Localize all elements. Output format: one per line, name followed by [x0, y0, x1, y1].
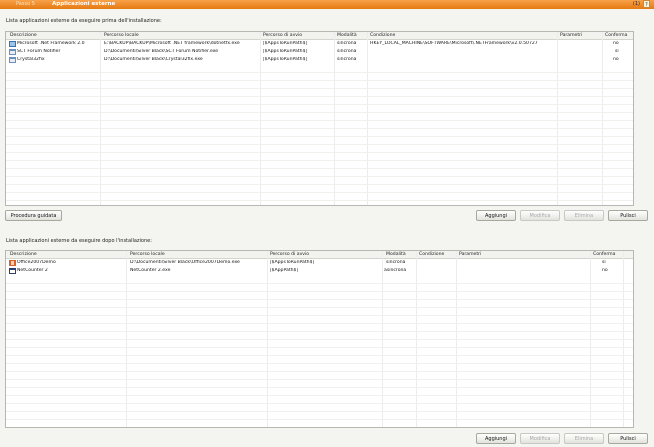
row-confirm: sì [615, 49, 619, 54]
row-local-path: D:\Documenti\Silver Black\Office2007Demo… [130, 260, 240, 265]
delete-button[interactable]: Elimina [564, 210, 604, 221]
window-icon [9, 268, 16, 274]
row-confirm: no [613, 57, 619, 62]
col-modalita[interactable]: Modalità [337, 33, 357, 38]
row-mode: sincrona [337, 49, 357, 54]
wizard-button[interactable]: Procedura guidata [5, 210, 62, 221]
row-start-path: |$AppsToRunPath$| [263, 57, 308, 62]
table-row[interactable]: Office2007Demo D:\Documenti\Silver Black… [6, 259, 633, 267]
col-percorso-avvio[interactable]: Percorso di avvio [263, 33, 302, 38]
col-descrizione[interactable]: Descrizione [10, 252, 37, 257]
row-mode: asincrona [384, 268, 407, 273]
col-parametri[interactable]: Parametri [560, 33, 582, 38]
row-confirm: no [613, 41, 619, 46]
dotnet-icon [9, 41, 16, 47]
help-button[interactable]: ? [643, 0, 650, 8]
col-modalita[interactable]: Modalità [386, 252, 406, 257]
hint-counter: (1) [632, 1, 640, 7]
row-mode: sincrona [337, 41, 357, 46]
col-percorso-locale[interactable]: Percorso locale [130, 252, 165, 257]
col-percorso-locale[interactable]: Percorso locale [104, 33, 139, 38]
app-icon [9, 49, 16, 55]
col-parametri[interactable]: Parametri [459, 252, 481, 257]
delete-button[interactable]: Elimina [564, 433, 604, 444]
row-start-path: |$AppsToRunPath$| [263, 41, 308, 46]
pre-install-table[interactable]: Descrizione Percorso locale Percorso di … [5, 31, 634, 206]
row-start-path: |$AppPath$| [270, 268, 299, 273]
col-percorso-avvio[interactable]: Percorso di avvio [270, 252, 309, 257]
post-install-table[interactable]: Descrizione Percorso locale Percorso di … [5, 250, 634, 428]
row-description: Microsoft .Net Framework 2.0 [17, 41, 85, 46]
add-button[interactable]: Aggiungi [476, 210, 516, 221]
table-header: Descrizione Percorso locale Percorso di … [6, 251, 633, 259]
col-condizione[interactable]: Condizione [370, 33, 395, 38]
row-local-path: NetCounter 2.exe [130, 268, 171, 273]
row-description: Office2007Demo [17, 260, 56, 265]
row-mode: sincrona [386, 260, 406, 265]
row-local-path: E:\BACKUP\BACKUP\Microsoft .NET framewor… [104, 41, 240, 46]
edit-button[interactable]: Modifica [520, 433, 560, 444]
row-mode: sincrona [337, 57, 357, 62]
post-install-label: Lista applicazioni esterne da eseguire d… [6, 238, 152, 244]
col-descrizione[interactable]: Descrizione [10, 33, 37, 38]
table-row[interactable]: NetCounter 2 NetCounter 2.exe |$AppPath$… [6, 267, 633, 275]
table-row[interactable]: Microsoft .Net Framework 2.0 E:\BACKUP\B… [6, 40, 633, 48]
table-row[interactable]: Crystal32fix D:\Documenti\Silver Black\C… [6, 56, 633, 64]
title-bar: Passo 5 Applicazioni esterne (1) ? [0, 0, 654, 9]
row-confirm: sì [602, 260, 606, 265]
col-conferma[interactable]: Conferma [593, 252, 615, 257]
pre-install-label: Lista applicazioni esterne da eseguire p… [6, 18, 162, 24]
col-conferma[interactable]: Conferma [605, 33, 627, 38]
page-title: Applicazioni esterne [52, 1, 116, 7]
edit-button[interactable]: Modifica [520, 210, 560, 221]
row-description: NetCounter 2 [17, 268, 48, 273]
row-description: Crystal32fix [17, 57, 45, 62]
row-local-path: D:\Documenti\Silver Black\Crystal32fix.e… [104, 57, 203, 62]
row-start-path: |$AppsToRunPath$| [263, 49, 308, 54]
clear-button[interactable]: Pulisci [608, 210, 648, 221]
row-start-path: |$AppsToRunPath$| [270, 260, 315, 265]
add-button[interactable]: Aggiungi [476, 433, 516, 444]
row-condition: HKEY_LOCAL_MACHINE\SOFTWARE\Microsoft\.N… [370, 41, 538, 46]
col-condizione[interactable]: Condizione [419, 252, 444, 257]
step-label: Passo 5 [16, 1, 35, 7]
row-local-path: D:\Documenti\Silver Black\SCT Forum Noti… [104, 49, 219, 54]
clear-button[interactable]: Pulisci [608, 433, 648, 444]
row-description: SCT Forum Notifier [17, 49, 61, 54]
row-confirm: no [602, 268, 608, 273]
app-icon [9, 57, 16, 63]
table-row[interactable]: SCT Forum Notifier D:\Documenti\Silver B… [6, 48, 633, 56]
office-icon [9, 260, 16, 266]
